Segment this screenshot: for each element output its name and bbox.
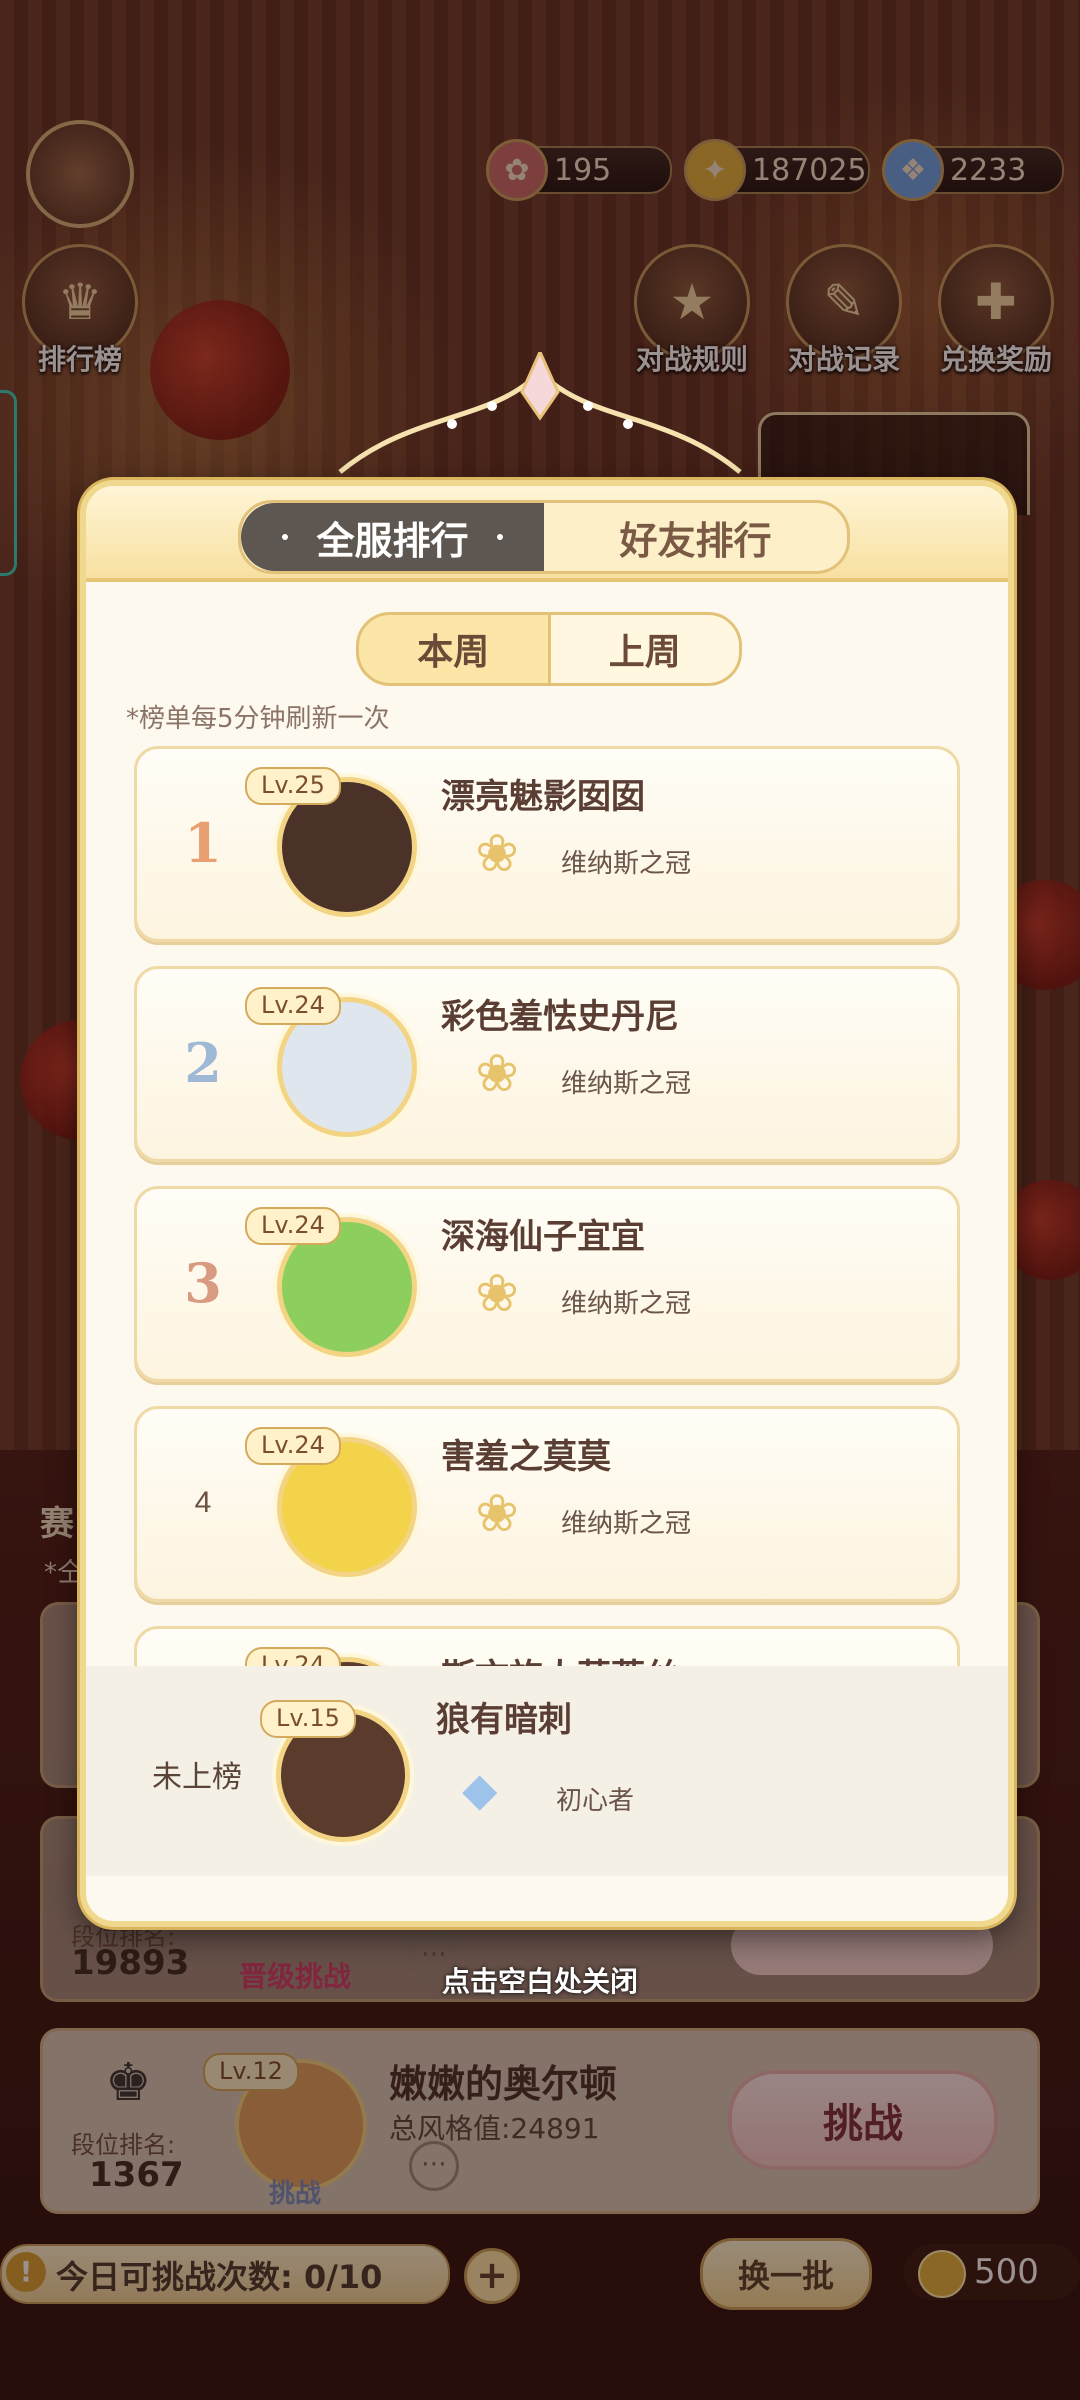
player-name: 彩色羞怯史丹尼: [441, 997, 679, 1037]
tab-label: 全服排行: [316, 518, 469, 563]
player-title: 维纳斯之冠: [561, 1289, 692, 1319]
level-badge: Lv.24: [245, 987, 341, 1025]
dot-icon: [496, 534, 503, 540]
my-name: 狼有暗刺: [436, 1700, 572, 1740]
week-toggle: 本周 上周: [356, 612, 742, 686]
player-name: 深海仙子宜宜: [441, 1217, 645, 1257]
leaderboard-modal: 全服排行 好友排行 本周 上周 *榜单每5分钟刷新一次 1 Lv.25 漂亮魅影…: [80, 480, 1014, 1927]
modal-crown-ornament: [338, 352, 742, 474]
beginner-title-icon: ◆: [462, 1762, 498, 1816]
my-title: 初心者: [556, 1786, 635, 1816]
modal-header: 全服排行 好友排行: [86, 486, 1008, 582]
player-name: 害羞之莫莫: [441, 1437, 611, 1477]
scope-tabs: 全服排行 好友排行: [238, 500, 850, 574]
rank-row[interactable]: 1 Lv.25 漂亮魅影囡囡 ❀ 维纳斯之冠: [134, 746, 960, 942]
level-badge: Lv.25: [245, 767, 341, 805]
tab-last-week[interactable]: 上周: [547, 615, 739, 683]
tab-label: 好友排行: [619, 518, 772, 563]
player-title: 维纳斯之冠: [561, 849, 692, 879]
rank-badge: 2: [184, 1031, 222, 1095]
title-medal-icon: ❀: [475, 1484, 519, 1544]
rank-badge: 3: [184, 1251, 222, 1315]
rank-row[interactable]: 2 Lv.24 彩色羞怯史丹尼 ❀ 维纳斯之冠: [134, 966, 960, 1162]
level-badge: Lv.24: [245, 1207, 341, 1245]
dot-icon: [282, 534, 289, 540]
rank-number: 4: [194, 1486, 212, 1519]
my-rank-row: 未上榜 Lv.15 狼有暗刺 ◆ 初心者: [86, 1666, 1008, 1876]
player-title: 维纳斯之冠: [561, 1509, 692, 1539]
title-medal-icon: ❀: [475, 824, 519, 884]
rank-row[interactable]: 3 Lv.24 深海仙子宜宜 ❀ 维纳斯之冠: [134, 1186, 960, 1382]
title-medal-icon: ❀: [475, 1264, 519, 1324]
refresh-note: *榜单每5分钟刷新一次: [126, 704, 390, 734]
title-medal-icon: ❀: [475, 1044, 519, 1104]
level-badge: Lv.15: [260, 1700, 356, 1738]
tab-friends[interactable]: 好友排行: [544, 503, 847, 571]
tab-this-week[interactable]: 本周: [359, 615, 548, 683]
player-title: 维纳斯之冠: [561, 1069, 692, 1099]
close-tip: 点击空白处关闭: [441, 1965, 638, 1998]
rank-row[interactable]: 4 Lv.24 害羞之莫莫 ❀ 维纳斯之冠: [134, 1406, 960, 1602]
my-rank-status: 未上榜: [152, 1760, 242, 1795]
player-name: 漂亮魅影囡囡: [441, 777, 645, 817]
level-badge: Lv.24: [245, 1427, 341, 1465]
rank-badge: 1: [184, 811, 222, 875]
tab-all-server[interactable]: 全服排行: [241, 503, 544, 571]
